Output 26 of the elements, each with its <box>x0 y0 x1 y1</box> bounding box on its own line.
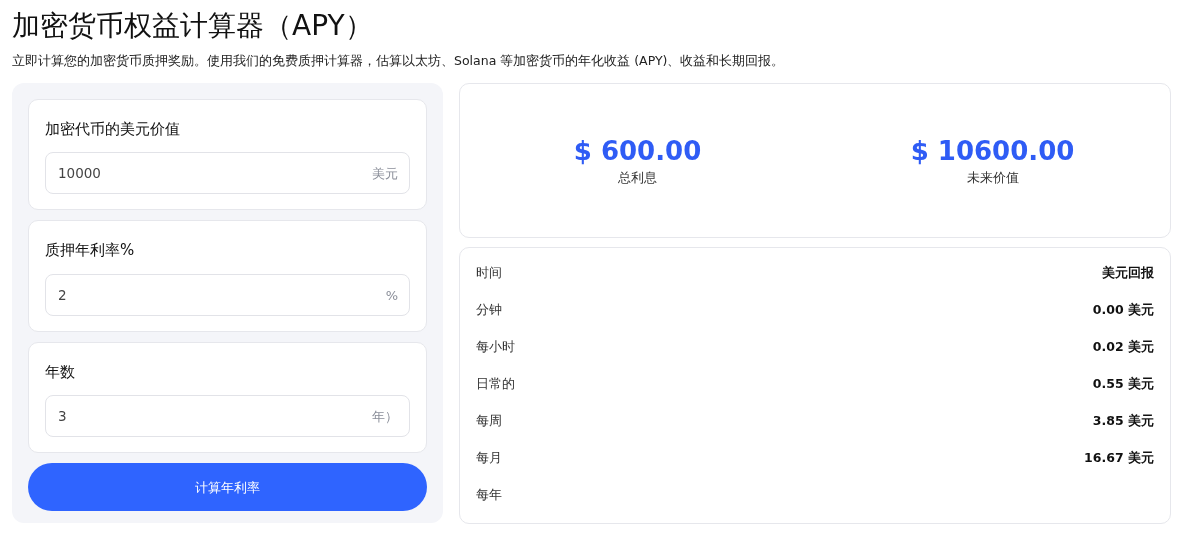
result-amount: $ 10600.00 <box>909 134 1076 168</box>
table-cell-text: 每月 <box>476 448 502 467</box>
field-label: 加密代币的美元价值 <box>45 118 181 140</box>
result-caption: 未来价值 <box>965 168 1020 187</box>
column-header: 美元回报 <box>1102 263 1154 282</box>
column-header: 时间 <box>476 263 502 282</box>
unit-label: 美元 <box>372 165 398 184</box>
calculate-button[interactable]: 计算年利率 <box>28 463 427 512</box>
field-label: 年数 <box>45 361 76 383</box>
table-cell-text: 0.00 美元 <box>1092 300 1154 319</box>
result-amount: $ 600.00 <box>572 134 703 168</box>
table-cell-text: 0.55 美元 <box>1092 374 1154 393</box>
table-cell-text: 0.02 美元 <box>1092 337 1154 356</box>
table-cell-text: 3.85 美元 <box>1092 411 1154 430</box>
result-caption: 总利息 <box>617 168 658 187</box>
table-cell-text: 每小时 <box>476 337 515 356</box>
table-cell-text: 每周 <box>476 411 502 430</box>
table-cell-text: 每年 <box>476 485 502 504</box>
table-cell-text: 日常的 <box>476 374 515 393</box>
table-cell-text: 16.67 美元 <box>1084 448 1154 467</box>
field-label: 质押年利率% <box>45 240 136 262</box>
unit-label: 年） <box>372 408 398 427</box>
table-cell-text: 分钟 <box>476 300 502 319</box>
unit-label: % <box>385 286 398 305</box>
page-description: 立即计算您的加密货币质押奖励。使用我们的免费质押计算器，估算以太坊、Solana 等加密货币的年化收益 (APY)、收益和长期回报。 <box>12 52 786 70</box>
page-title: 加密货币权益计算器（APY） <box>12 8 374 44</box>
